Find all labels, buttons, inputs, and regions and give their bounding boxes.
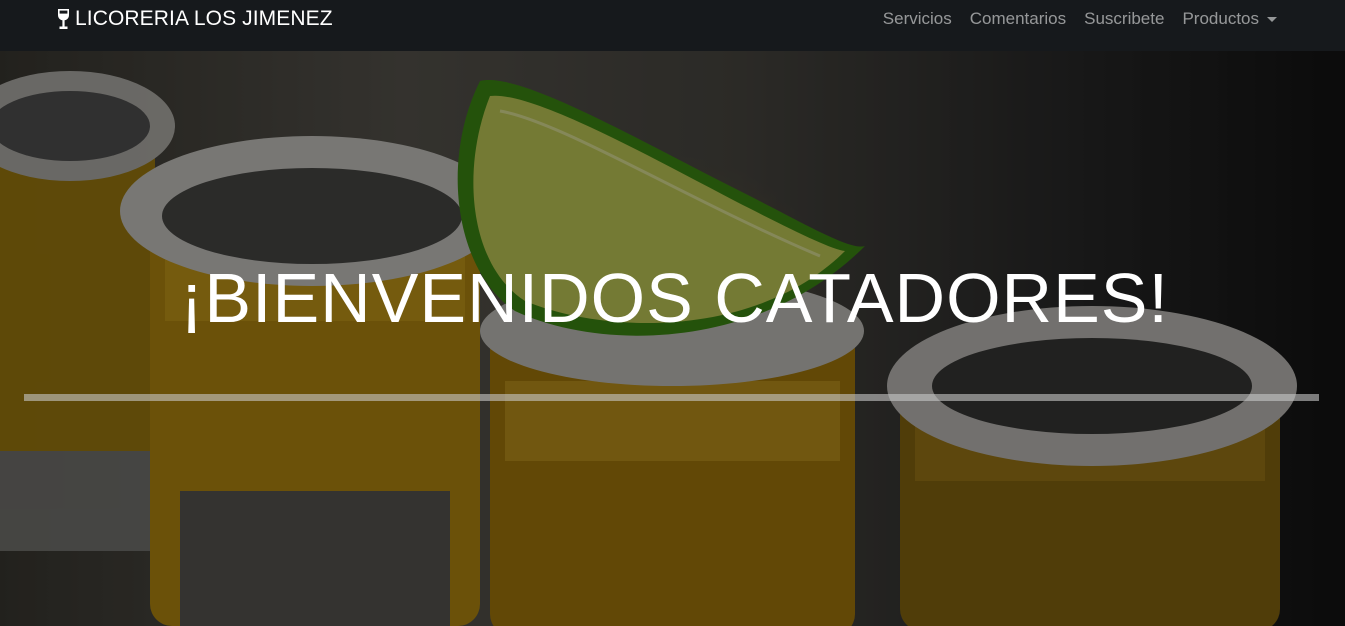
- navbar: LICORERIA LOS JIMENEZ Servicios Comentar…: [0, 0, 1345, 51]
- nav-suscribete[interactable]: Suscribete: [1084, 9, 1164, 29]
- hero-divider: [24, 394, 1319, 401]
- nav-servicios[interactable]: Servicios: [883, 9, 952, 29]
- caret-down-icon: [1267, 16, 1277, 22]
- nav-comentarios[interactable]: Comentarios: [970, 9, 1066, 29]
- nav-productos-dropdown[interactable]: Productos: [1182, 9, 1277, 29]
- brand-name: LICORERIA LOS JIMENEZ: [75, 7, 333, 30]
- nav-productos-label: Productos: [1182, 9, 1259, 28]
- hero-title: ¡BIENVENIDOS CATADORES!: [180, 259, 1169, 337]
- hero-dark-overlay: [0, 51, 1345, 626]
- wine-glass-icon: [58, 9, 69, 29]
- nav-links: Servicios Comentarios Suscribete Product…: [865, 9, 1277, 29]
- brand-link[interactable]: LICORERIA LOS JIMENEZ: [57, 7, 333, 31]
- hero-section: ¡BIENVENIDOS CATADORES!: [0, 51, 1345, 626]
